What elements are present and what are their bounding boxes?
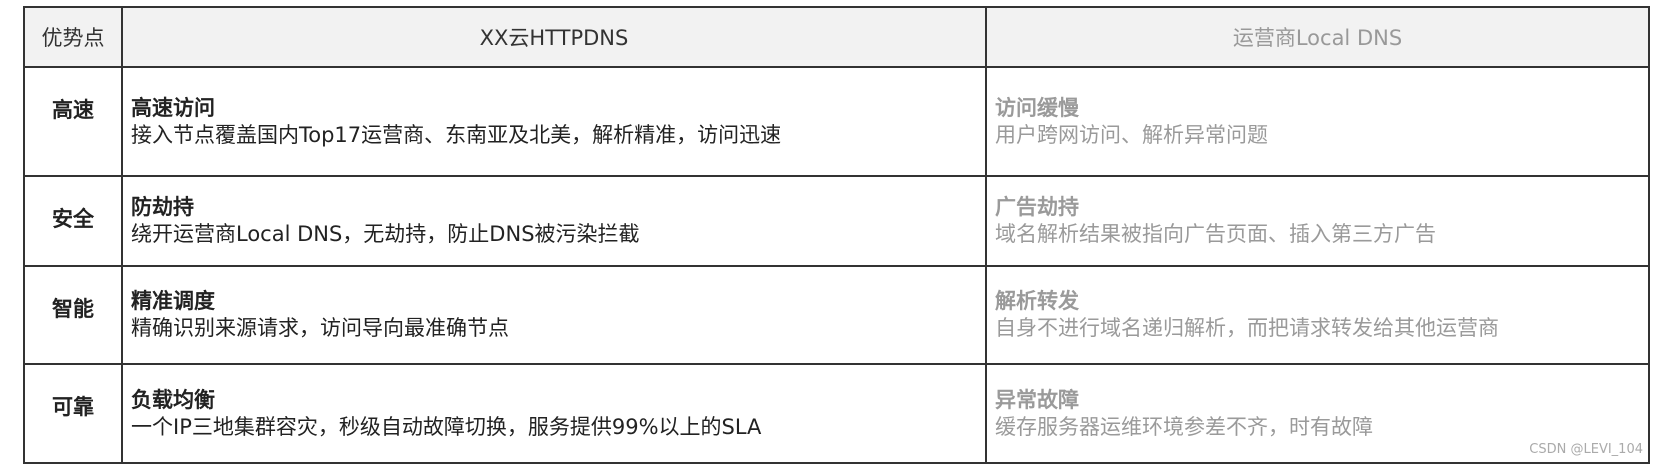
cell-desc: 绕开运营商Local DNS，无劫持，防止DNS被污染拦截 (131, 222, 640, 246)
cell-desc: 接入节点覆盖国内Top17运营商、东南亚及北美，解析精准，访问迅速 (131, 122, 782, 147)
cell-desc: 用户跨网访问、解析异常问题 (995, 122, 1268, 147)
header-row: 优势点 XX云HTTPDNS 运营商Local DNS (23, 6, 1650, 68)
header-httpdns: XX云HTTPDNS (121, 6, 987, 68)
cell-desc: 域名解析结果被指向广告页面、插入第三方广告 (995, 222, 1436, 246)
table-row: 可靠 负载均衡 一个IP三地集群容灾，秒级自动故障切换，服务提供99%以上的SLA… (23, 363, 1650, 464)
cell-desc: 缓存服务器运维环境参差不齐，时有故障 (995, 414, 1373, 439)
httpdns-cell: 精准调度精确识别来源请求，访问导向最准确节点 (121, 265, 987, 365)
row-key: 智能 (23, 265, 123, 365)
cell-title: 高速访问 (131, 95, 215, 120)
cell-title: 异常故障 (995, 387, 1079, 412)
local-dns-cell: 广告劫持域名解析结果被指向广告页面、插入第三方广告 (985, 175, 1650, 267)
table-row: 智能 精准调度精确识别来源请求，访问导向最准确节点 解析转发自身不进行域名递归解… (23, 265, 1650, 365)
local-dns-cell: 访问缓慢 用户跨网访问、解析异常问题 (985, 66, 1650, 177)
row-key: 可靠 (23, 363, 123, 464)
comparison-table: 优势点 XX云HTTPDNS 运营商Local DNS 高速 高速访问 接入节点覆… (23, 6, 1650, 464)
header-local-dns: 运营商Local DNS (985, 6, 1650, 68)
cell-title: 精准调度 (131, 289, 215, 313)
local-dns-cell: 解析转发自身不进行域名递归解析，而把请求转发给其他运营商 (985, 265, 1650, 365)
cell-title: 广告劫持 (995, 195, 1079, 219)
cell-desc: 精确识别来源请求，访问导向最准确节点 (131, 316, 509, 340)
httpdns-cell: 高速访问 接入节点覆盖国内Top17运营商、东南亚及北美，解析精准，访问迅速 (121, 66, 987, 177)
cell-title: 防劫持 (131, 195, 194, 219)
row-key: 安全 (23, 175, 123, 267)
cell-title: 负载均衡 (131, 387, 215, 412)
row-key: 高速 (23, 66, 123, 177)
watermark: CSDN @LEVI_104 (1529, 442, 1643, 457)
cell-title: 解析转发 (995, 289, 1079, 313)
cell-title: 访问缓慢 (995, 95, 1079, 120)
httpdns-cell: 防劫持绕开运营商Local DNS，无劫持，防止DNS被污染拦截 (121, 175, 987, 267)
header-advantage: 优势点 (23, 6, 123, 68)
httpdns-cell: 负载均衡 一个IP三地集群容灾，秒级自动故障切换，服务提供99%以上的SLA (121, 363, 987, 464)
table-row: 高速 高速访问 接入节点覆盖国内Top17运营商、东南亚及北美，解析精准，访问迅速… (23, 66, 1650, 177)
table-row: 安全 防劫持绕开运营商Local DNS，无劫持，防止DNS被污染拦截 广告劫持… (23, 175, 1650, 267)
cell-desc: 自身不进行域名递归解析，而把请求转发给其他运营商 (995, 316, 1499, 340)
cell-desc: 一个IP三地集群容灾，秒级自动故障切换，服务提供99%以上的SLA (131, 414, 762, 439)
